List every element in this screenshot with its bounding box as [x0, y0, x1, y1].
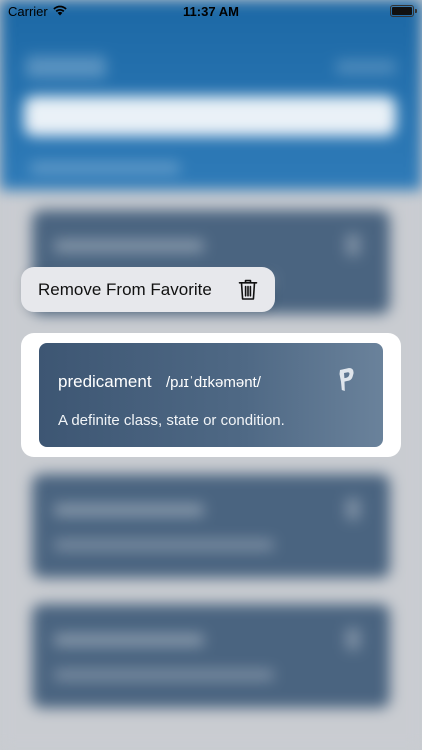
remove-from-favorite-menu-item[interactable]: Remove From Favorite — [21, 267, 275, 312]
header-action — [336, 60, 396, 74]
search-bar — [24, 96, 396, 136]
header-title — [26, 56, 106, 78]
trash-icon — [238, 279, 258, 300]
card-preview: predicament /pɹɪˈdɪkəmənt/ A definite cl… — [21, 333, 401, 457]
pin-icon[interactable] — [335, 365, 357, 393]
word-title: predicament — [58, 372, 152, 391]
list-item — [32, 474, 390, 578]
word-phonetic: /pɹɪˈdɪkəmənt/ — [166, 374, 261, 391]
battery-icon — [390, 5, 414, 17]
battery-cap — [415, 9, 417, 13]
list-item — [32, 604, 390, 708]
menu-item-label: Remove From Favorite — [38, 279, 212, 299]
header — [0, 0, 422, 190]
status-bar: Carrier 11:37 AM — [0, 0, 422, 24]
word-definition: A definite class, state or condition. — [58, 412, 285, 429]
clock: 11:37 AM — [183, 4, 239, 19]
tab-bar — [30, 162, 180, 174]
word-card[interactable]: predicament /pɹɪˈdɪkəmənt/ A definite cl… — [39, 343, 383, 447]
